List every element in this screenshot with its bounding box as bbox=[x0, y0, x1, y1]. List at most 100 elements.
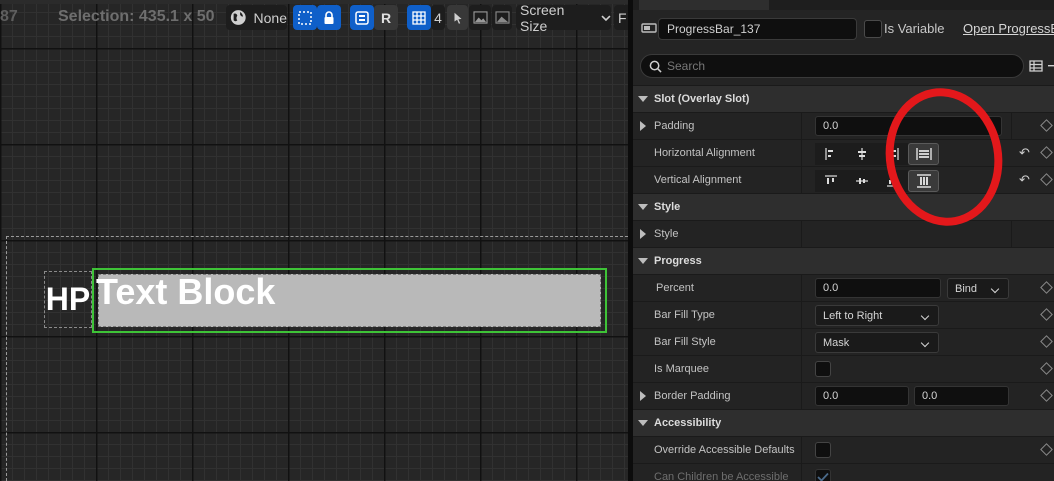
widget-name-field[interactable]: ProgressBar_137 bbox=[658, 18, 857, 40]
is-variable-checkbox[interactable] bbox=[864, 20, 882, 38]
globe-icon bbox=[230, 10, 246, 25]
prop-label-is-marquee: Is Marquee bbox=[654, 363, 710, 375]
localization-value: None bbox=[253, 9, 287, 26]
category-style-title: Style bbox=[654, 201, 681, 213]
checkmark-icon bbox=[817, 472, 829, 481]
column-divider bbox=[801, 113, 802, 139]
lock-icon bbox=[324, 10, 334, 24]
column-divider bbox=[801, 167, 802, 193]
localization-dropdown[interactable]: None bbox=[226, 5, 287, 30]
column-divider bbox=[801, 437, 802, 463]
percent-bind-dropdown[interactable]: Bind bbox=[947, 278, 1009, 299]
details-panel: ProgressBar_137 Is Variable Open Progres… bbox=[633, 0, 1054, 481]
expand-arrow-icon[interactable] bbox=[640, 229, 646, 239]
settings-menu-icon[interactable] bbox=[1048, 64, 1054, 68]
percent-value-field[interactable]: 0.0 bbox=[815, 278, 941, 298]
prop-row-bar-fill-type: Bar Fill Type Left to Right bbox=[633, 301, 1054, 328]
fill-screen-dropdown[interactable]: F bbox=[614, 5, 628, 30]
keyframe-diamond-icon[interactable] bbox=[1040, 119, 1053, 132]
category-slot-title: Slot (Overlay Slot) bbox=[654, 93, 750, 105]
align-center-button[interactable] bbox=[846, 143, 877, 165]
is-marquee-checkbox[interactable] bbox=[815, 361, 831, 377]
expand-arrow-icon[interactable] bbox=[640, 391, 646, 401]
resolution-icon bbox=[494, 11, 510, 24]
designer-canvas[interactable]: 87 Selection: 435.1 x 50 None R 4 Screen… bbox=[0, 0, 628, 481]
bar-fill-style-value: Mask bbox=[823, 336, 850, 349]
keyframe-diamond-icon[interactable] bbox=[1040, 281, 1053, 294]
transform-mode-toggle[interactable] bbox=[350, 5, 374, 30]
prop-label-style: Style bbox=[654, 228, 679, 240]
show-dashed-outlines-toggle[interactable] bbox=[293, 5, 317, 30]
open-progressbar-link[interactable]: Open ProgressBar bbox=[963, 21, 1054, 36]
property-matrix-icon[interactable] bbox=[1028, 58, 1044, 74]
selection-size-readout: Selection: 435.1 x 50 bbox=[58, 8, 215, 25]
expand-arrow-icon[interactable] bbox=[640, 121, 646, 131]
reset-to-default-icon[interactable]: ↶ bbox=[1019, 172, 1030, 188]
details-tab[interactable] bbox=[639, 0, 769, 10]
category-progress-title: Progress bbox=[654, 255, 702, 267]
align-middle-icon bbox=[855, 178, 868, 184]
umg-designer-window: 87 Selection: 435.1 x 50 None R 4 Screen… bbox=[0, 0, 1054, 481]
align-middle-button[interactable] bbox=[846, 170, 877, 192]
keyframe-diamond-icon[interactable] bbox=[1040, 335, 1053, 348]
can-children-accessible-checkbox[interactable] bbox=[815, 469, 831, 481]
resolution-preset-button[interactable] bbox=[492, 5, 512, 30]
zoom-fragment: 87 bbox=[0, 8, 18, 25]
details-search-input[interactable]: Search bbox=[640, 54, 1024, 78]
align-center-icon bbox=[857, 148, 866, 160]
column-divider bbox=[801, 329, 802, 355]
grid-snap-value[interactable]: 4 bbox=[431, 5, 445, 30]
prop-row-is-marquee: Is Marquee bbox=[633, 355, 1054, 382]
keyframe-diamond-icon[interactable] bbox=[1040, 389, 1053, 402]
overlay-dashed-left-edge bbox=[6, 236, 7, 481]
column-divider-right bbox=[1011, 221, 1012, 247]
keyframe-diamond-icon[interactable] bbox=[1040, 146, 1053, 159]
fill-screen-label: F bbox=[618, 9, 627, 26]
pointer-icon bbox=[454, 12, 461, 24]
override-accessible-checkbox[interactable] bbox=[815, 442, 831, 458]
collapse-arrow-icon bbox=[638, 258, 648, 264]
keyframe-diamond-icon[interactable] bbox=[1040, 443, 1053, 456]
render-transform-r-button[interactable]: R bbox=[374, 5, 398, 30]
keyframe-diamond-icon[interactable] bbox=[1040, 173, 1053, 186]
grid-snap-toggle[interactable] bbox=[407, 5, 431, 30]
prop-label-override-accessible: Override Accessible Defaults bbox=[654, 444, 795, 456]
details-tab-strip bbox=[633, 0, 1054, 10]
category-accessibility[interactable]: Accessibility bbox=[633, 409, 1054, 436]
background-image-button[interactable] bbox=[469, 5, 491, 30]
prop-row-style: Style bbox=[633, 220, 1054, 247]
chevron-down-icon bbox=[920, 311, 930, 321]
category-progress[interactable]: Progress bbox=[633, 247, 1054, 274]
column-divider bbox=[801, 464, 802, 481]
column-divider bbox=[801, 275, 802, 301]
collapse-arrow-icon bbox=[638, 96, 648, 102]
align-top-icon bbox=[824, 175, 837, 184]
keyframe-diamond-icon[interactable] bbox=[1040, 362, 1053, 375]
collapse-arrow-icon bbox=[638, 204, 648, 210]
is-variable-label: Is Variable bbox=[884, 21, 945, 36]
prop-label-border-padding: Border Padding bbox=[654, 390, 731, 402]
column-divider bbox=[801, 383, 802, 409]
prop-row-override-accessible: Override Accessible Defaults bbox=[633, 436, 1054, 463]
border-padding-y-field[interactable]: 0.0 bbox=[914, 386, 1009, 406]
bar-fill-style-dropdown[interactable]: Mask bbox=[815, 332, 939, 353]
bar-fill-type-value: Left to Right bbox=[823, 309, 883, 322]
align-left-button[interactable] bbox=[815, 143, 846, 165]
select-tool-button[interactable] bbox=[447, 5, 468, 30]
column-divider bbox=[801, 356, 802, 382]
category-slot[interactable]: Slot (Overlay Slot) bbox=[633, 85, 1054, 112]
prop-label-horizontal-alignment: Horizontal Alignment bbox=[654, 147, 755, 159]
respect-locks-toggle[interactable] bbox=[317, 5, 341, 30]
search-placeholder: Search bbox=[667, 59, 706, 73]
column-divider-right bbox=[1011, 113, 1012, 139]
bar-fill-type-dropdown[interactable]: Left to Right bbox=[815, 305, 939, 326]
screen-size-dropdown[interactable]: Screen Size bbox=[516, 2, 611, 34]
reset-to-default-icon[interactable]: ↶ bbox=[1019, 145, 1030, 161]
hp-text-widget[interactable]: HP bbox=[44, 271, 92, 328]
widget-type-icon bbox=[641, 23, 657, 33]
keyframe-diamond-icon[interactable] bbox=[1040, 308, 1053, 321]
align-left-icon bbox=[824, 148, 833, 160]
border-padding-x-field[interactable]: 0.0 bbox=[815, 386, 909, 406]
align-top-button[interactable] bbox=[815, 170, 846, 192]
text-block-widget[interactable]: Text Block bbox=[96, 270, 275, 314]
